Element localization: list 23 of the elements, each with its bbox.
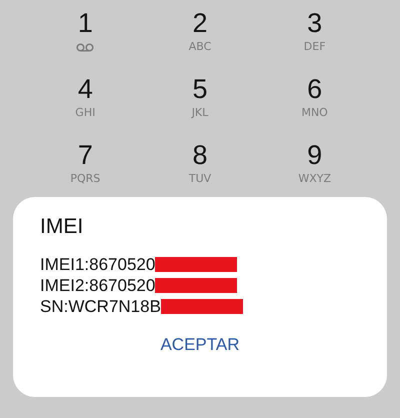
key-digit[interactable]: 9: [307, 138, 322, 172]
voicemail-icon: [76, 43, 94, 52]
imei-line: IMEI2:8670520: [40, 275, 156, 296]
dialog-title: IMEI: [40, 214, 84, 240]
key-digit[interactable]: 5: [192, 72, 208, 106]
imei-line: SN:WCR7N18B: [40, 296, 161, 317]
key-letters: MNO: [301, 106, 328, 120]
key-letters: DEF: [304, 40, 326, 54]
key-letters: ABC: [188, 40, 212, 54]
key-digit[interactable]: 1: [78, 6, 93, 40]
key-letters: PQRS: [70, 172, 100, 186]
key-digit[interactable]: 4: [78, 72, 93, 106]
key-digit[interactable]: 2: [192, 6, 208, 40]
key-digit[interactable]: 8: [192, 138, 208, 172]
key-digit[interactable]: 6: [307, 72, 322, 106]
accept-button[interactable]: ACEPTAR: [152, 331, 248, 359]
key-letters: TUV: [188, 172, 212, 186]
imei-line: IMEI1:8670520: [40, 254, 156, 275]
key-letters: JKL: [192, 106, 208, 120]
key-letters: GHI: [75, 106, 96, 120]
key-digit[interactable]: 7: [78, 138, 93, 172]
key-letters: WXYZ: [298, 172, 331, 186]
key-digit[interactable]: 3: [307, 6, 322, 40]
